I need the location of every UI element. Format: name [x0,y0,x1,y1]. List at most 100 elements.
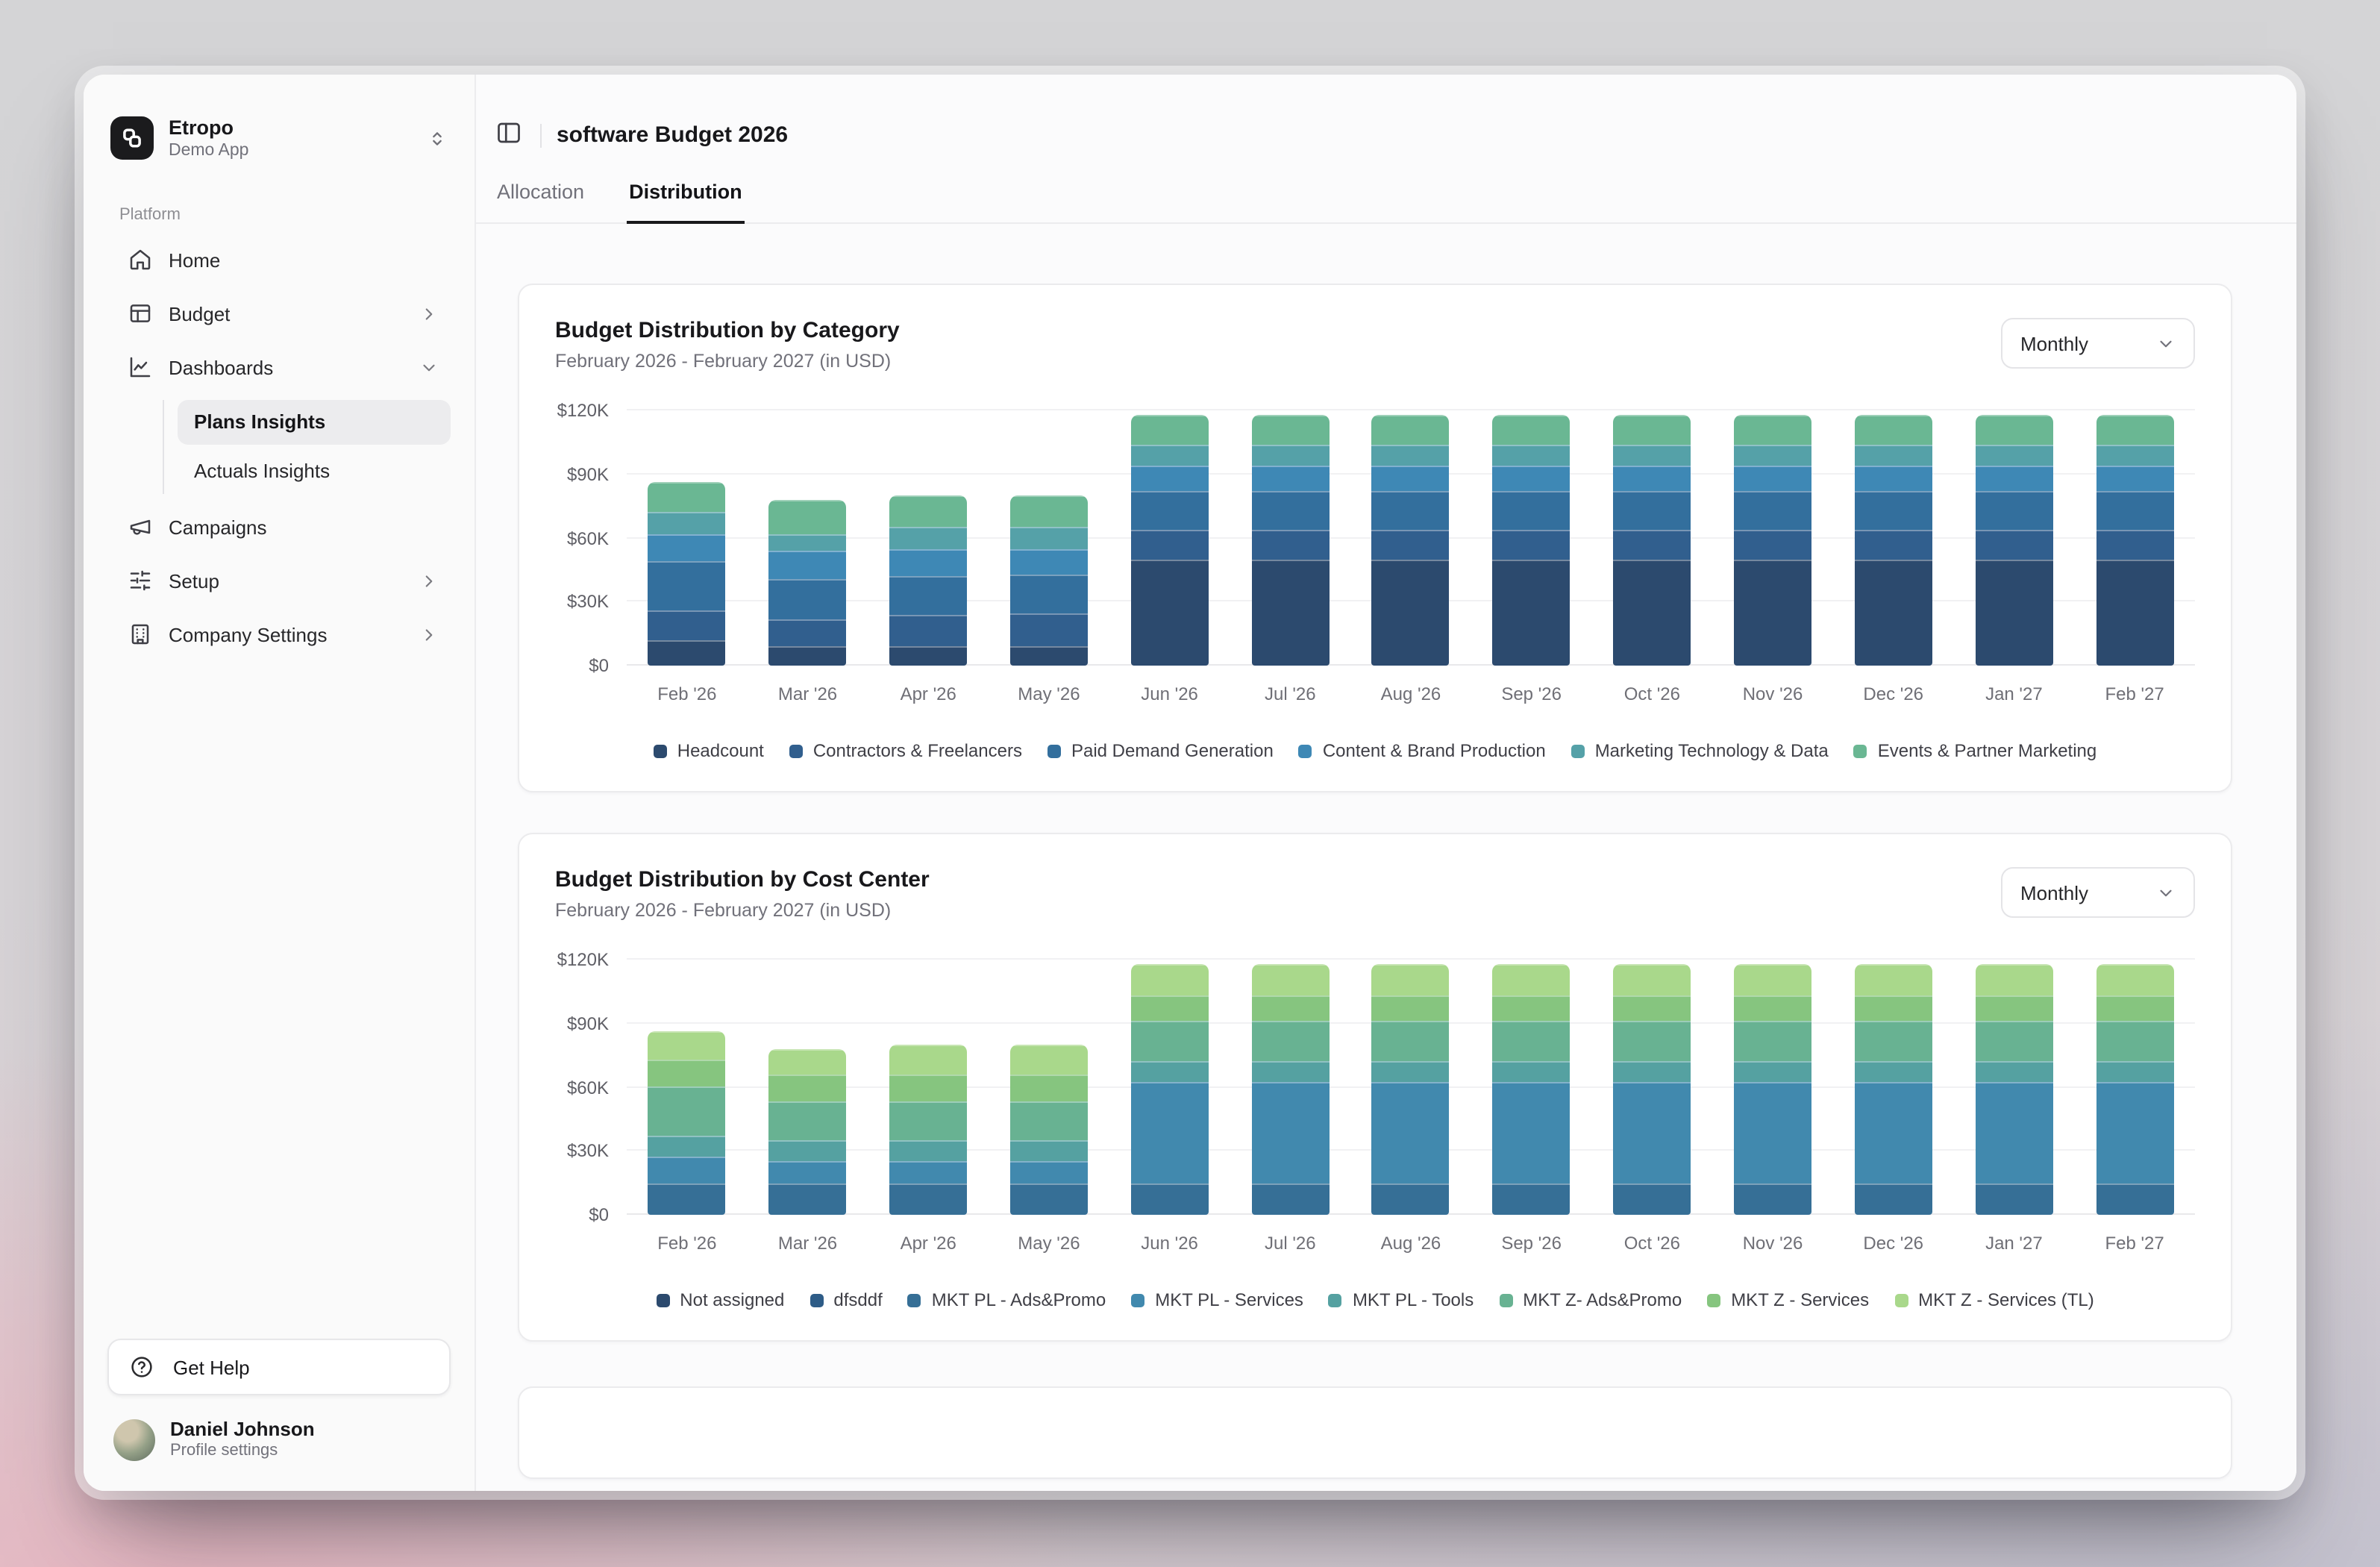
bar-segment[interactable] [648,610,726,640]
bar-segment[interactable] [2096,995,2173,1022]
bar-aug-26[interactable] [1372,964,1450,1215]
bar-segment[interactable] [648,534,726,561]
bar-segment[interactable] [1855,1060,1932,1081]
bar-segment[interactable] [1734,1060,1811,1081]
bar-segment[interactable] [1734,1022,1811,1061]
bar-segment[interactable] [1493,1060,1571,1081]
bar-segment[interactable] [1010,1075,1088,1101]
bar-segment[interactable] [889,646,967,666]
bar-segment[interactable] [1372,1022,1450,1061]
bar-segment[interactable] [648,1157,726,1183]
bar-segment[interactable] [1131,995,1209,1022]
bar-segment[interactable] [889,495,967,528]
bar-segment[interactable] [769,646,847,666]
bar-segment[interactable] [1734,1082,1811,1183]
bar-segment[interactable] [769,1140,847,1161]
bar-aug-26[interactable] [1372,415,1450,666]
sidebar-item-budget[interactable]: Budget [107,289,451,338]
bar-segment[interactable] [1975,995,2052,1022]
bar-sep-26[interactable] [1493,964,1571,1215]
bar-segment[interactable] [1975,415,2052,445]
bar-segment[interactable] [1010,1101,1088,1141]
bar-segment[interactable] [769,1162,847,1183]
bar-segment[interactable] [1734,445,1811,466]
bar-segment[interactable] [1975,1183,2052,1215]
workspace-switcher[interactable]: Etropo Demo App [110,116,448,160]
bar-segment[interactable] [2096,559,2173,665]
bar-segment[interactable] [648,1183,726,1215]
bar-segment[interactable] [1372,964,1450,995]
bar-segment[interactable] [1010,1140,1088,1162]
bar-segment[interactable] [1855,995,1932,1022]
bar-segment[interactable] [1975,530,2052,560]
bar-segment[interactable] [1855,1082,1932,1183]
bar-segment[interactable] [1251,995,1329,1022]
bar-segment[interactable] [1855,964,1932,995]
bar-segment[interactable] [2096,445,2173,466]
bar-segment[interactable] [1855,415,1932,445]
sidebar-item-setup[interactable]: Setup [107,556,451,605]
bar-segment[interactable] [1613,530,1691,560]
bar-segment[interactable] [1131,466,1209,491]
bar-segment[interactable] [1010,574,1088,613]
bar-segment[interactable] [1613,995,1691,1022]
bar-segment[interactable] [1975,1060,2052,1081]
legend-item[interactable]: MKT PL - Services [1131,1289,1303,1310]
bar-segment[interactable] [1734,491,1811,529]
bar-segment[interactable] [1372,1183,1450,1215]
bar-segment[interactable] [1855,1183,1932,1215]
bar-jul-26[interactable] [1251,964,1329,1215]
legend-item[interactable]: Contractors & Freelancers [789,740,1022,761]
bar-segment[interactable] [889,615,967,647]
bar-segment[interactable] [1372,530,1450,560]
bar-segment[interactable] [1493,1183,1571,1215]
period-select[interactable]: Monthly [2001,867,2195,918]
sidebar-item-company-settings[interactable]: Company Settings [107,610,451,659]
bar-segment[interactable] [1493,530,1571,560]
sidebar-toggle-button[interactable] [492,116,525,154]
bar-segment[interactable] [1975,964,2052,995]
bar-segment[interactable] [1613,491,1691,529]
bar-segment[interactable] [889,1162,967,1183]
bar-segment[interactable] [1493,1022,1571,1061]
bar-segment[interactable] [1493,466,1571,491]
tab-allocation[interactable]: Allocation [494,181,587,224]
content-scroll-area[interactable]: Budget Distribution by Category February… [476,224,2296,1491]
bar-oct-26[interactable] [1613,415,1691,666]
bar-segment[interactable] [889,1045,967,1075]
bar-mar-26[interactable] [769,500,847,666]
bar-segment[interactable] [1855,559,1932,665]
bar-segment[interactable] [769,1075,847,1101]
bar-segment[interactable] [1734,559,1811,665]
bar-nov-26[interactable] [1734,415,1811,666]
bar-segment[interactable] [1251,964,1329,995]
bar-segment[interactable] [1131,491,1209,529]
bar-segment[interactable] [1734,995,1811,1022]
bar-segment[interactable] [889,1140,967,1162]
bar-segment[interactable] [889,1183,967,1215]
bar-segment[interactable] [2096,530,2173,560]
bar-segment[interactable] [1734,1183,1811,1215]
bar-segment[interactable] [1613,1183,1691,1215]
bar-may-26[interactable] [1010,1045,1088,1215]
bar-segment[interactable] [648,1032,726,1060]
bar-segment[interactable] [1493,964,1571,995]
bar-feb-27[interactable] [2096,964,2173,1215]
bar-segment[interactable] [648,1086,726,1136]
period-select[interactable]: Monthly [2001,318,2195,369]
bar-segment[interactable] [2096,466,2173,491]
bar-segment[interactable] [1251,1183,1329,1215]
get-help-button[interactable]: Get Help [107,1339,451,1395]
bar-segment[interactable] [1251,415,1329,445]
sidebar-item-home[interactable]: Home [107,235,451,284]
bar-segment[interactable] [1734,964,1811,995]
bar-segment[interactable] [1855,491,1932,529]
bar-segment[interactable] [2096,1082,2173,1183]
bar-segment[interactable] [1010,613,1088,646]
bar-segment[interactable] [1251,1060,1329,1081]
bar-apr-26[interactable] [889,495,967,666]
bar-jun-26[interactable] [1131,964,1209,1215]
bar-segment[interactable] [769,580,847,620]
bar-segment[interactable] [1131,1082,1209,1183]
bar-segment[interactable] [1010,1045,1088,1075]
